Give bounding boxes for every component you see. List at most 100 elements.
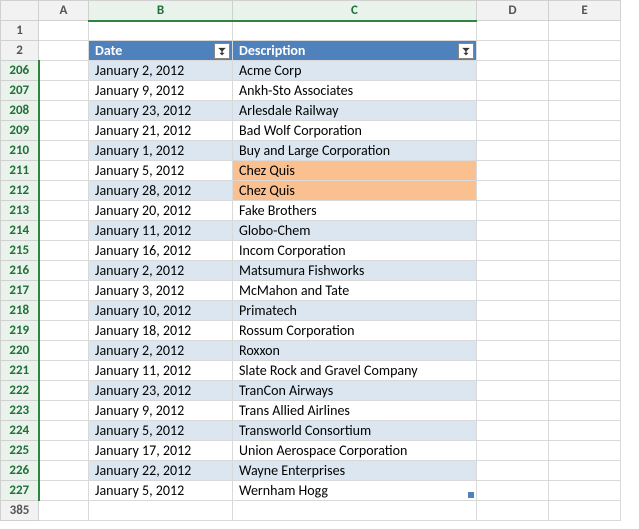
column-header-C[interactable]: C [233, 1, 477, 21]
cell-empty[interactable] [549, 341, 621, 361]
cell-description[interactable]: Arlesdale Railway [233, 101, 477, 121]
row-header-227[interactable]: 227 [1, 481, 39, 501]
row-header-1[interactable]: 1 [1, 21, 39, 41]
cell-empty[interactable] [477, 61, 549, 81]
table-header-date[interactable]: Date [89, 41, 233, 61]
cell-empty[interactable] [233, 21, 477, 41]
cell-empty[interactable] [477, 41, 549, 61]
cell-empty[interactable] [39, 401, 89, 421]
cell-empty[interactable] [477, 501, 549, 521]
cell-empty[interactable] [549, 241, 621, 261]
cell-empty[interactable] [549, 161, 621, 181]
cell-empty[interactable] [477, 21, 549, 41]
row-header-209[interactable]: 209 [1, 121, 39, 141]
cell-date[interactable]: January 16, 2012 [89, 241, 233, 261]
cell-date[interactable]: January 18, 2012 [89, 321, 233, 341]
cell-empty[interactable] [549, 381, 621, 401]
cell-description[interactable]: Roxxon [233, 341, 477, 361]
cell-date[interactable]: January 1, 2012 [89, 141, 233, 161]
cell-description[interactable]: Wernham Hogg [233, 481, 477, 501]
cell-empty[interactable] [39, 481, 89, 501]
cell-date[interactable]: January 11, 2012 [89, 221, 233, 241]
row-header-224[interactable]: 224 [1, 421, 39, 441]
cell-empty[interactable] [477, 341, 549, 361]
cell-description[interactable]: Transworld Consortium [233, 421, 477, 441]
cell-empty[interactable] [39, 241, 89, 261]
cell-empty[interactable] [39, 21, 89, 41]
cell-empty[interactable] [477, 281, 549, 301]
cell-empty[interactable] [549, 441, 621, 461]
cell-empty[interactable] [477, 241, 549, 261]
cell-empty[interactable] [39, 81, 89, 101]
cell-date[interactable]: January 5, 2012 [89, 481, 233, 501]
row-header-2[interactable]: 2 [1, 41, 39, 61]
cell-date[interactable]: January 2, 2012 [89, 261, 233, 281]
cell-empty[interactable] [39, 301, 89, 321]
column-header-B[interactable]: B [89, 1, 233, 21]
row-header-211[interactable]: 211 [1, 161, 39, 181]
row-header-220[interactable]: 220 [1, 341, 39, 361]
cell-description[interactable]: Acme Corp [233, 61, 477, 81]
cell-empty[interactable] [89, 501, 233, 521]
cell-empty[interactable] [477, 201, 549, 221]
cell-empty[interactable] [477, 421, 549, 441]
cell-description[interactable]: Chez Quis [233, 181, 477, 201]
cell-empty[interactable] [39, 341, 89, 361]
cell-empty[interactable] [549, 281, 621, 301]
select-all-corner[interactable] [1, 1, 39, 21]
cell-empty[interactable] [477, 321, 549, 341]
cell-empty[interactable] [549, 221, 621, 241]
cell-description[interactable]: TranCon Airways [233, 381, 477, 401]
cell-description[interactable]: Bad Wolf Corporation [233, 121, 477, 141]
cell-empty[interactable] [233, 501, 477, 521]
row-header-215[interactable]: 215 [1, 241, 39, 261]
cell-empty[interactable] [89, 21, 233, 41]
cell-empty[interactable] [477, 101, 549, 121]
cell-date[interactable]: January 10, 2012 [89, 301, 233, 321]
cell-date[interactable]: January 21, 2012 [89, 121, 233, 141]
cell-empty[interactable] [549, 181, 621, 201]
cell-empty[interactable] [39, 161, 89, 181]
cell-empty[interactable] [39, 321, 89, 341]
cell-empty[interactable] [549, 101, 621, 121]
column-header-E[interactable]: E [549, 1, 621, 21]
row-header-219[interactable]: 219 [1, 321, 39, 341]
row-header-206[interactable]: 206 [1, 61, 39, 81]
cell-description[interactable]: Wayne Enterprises [233, 461, 477, 481]
cell-empty[interactable] [549, 401, 621, 421]
cell-empty[interactable] [549, 361, 621, 381]
cell-empty[interactable] [39, 501, 89, 521]
cell-description[interactable]: Incom Corporation [233, 241, 477, 261]
cell-date[interactable]: January 28, 2012 [89, 181, 233, 201]
cell-empty[interactable] [477, 121, 549, 141]
cell-empty[interactable] [477, 81, 549, 101]
cell-empty[interactable] [39, 381, 89, 401]
row-header-208[interactable]: 208 [1, 101, 39, 121]
cell-description[interactable]: Chez Quis [233, 161, 477, 181]
filter-dropdown-icon[interactable] [214, 43, 230, 59]
row-header-218[interactable]: 218 [1, 301, 39, 321]
cell-description[interactable]: Trans Allied Airlines [233, 401, 477, 421]
cell-empty[interactable] [477, 261, 549, 281]
cell-empty[interactable] [39, 101, 89, 121]
cell-empty[interactable] [549, 261, 621, 281]
cell-empty[interactable] [549, 421, 621, 441]
row-header-212[interactable]: 212 [1, 181, 39, 201]
cell-date[interactable]: January 11, 2012 [89, 361, 233, 381]
cell-date[interactable]: January 9, 2012 [89, 401, 233, 421]
cell-date[interactable]: January 2, 2012 [89, 341, 233, 361]
column-header-D[interactable]: D [477, 1, 549, 21]
cell-description[interactable]: Globo-Chem [233, 221, 477, 241]
cell-empty[interactable] [39, 141, 89, 161]
cell-empty[interactable] [549, 501, 621, 521]
cell-empty[interactable] [549, 41, 621, 61]
cell-empty[interactable] [39, 281, 89, 301]
row-header-207[interactable]: 207 [1, 81, 39, 101]
cell-empty[interactable] [549, 121, 621, 141]
cell-empty[interactable] [39, 121, 89, 141]
cell-date[interactable]: January 2, 2012 [89, 61, 233, 81]
cell-empty[interactable] [477, 181, 549, 201]
cell-empty[interactable] [39, 441, 89, 461]
cell-empty[interactable] [477, 401, 549, 421]
cell-empty[interactable] [549, 201, 621, 221]
